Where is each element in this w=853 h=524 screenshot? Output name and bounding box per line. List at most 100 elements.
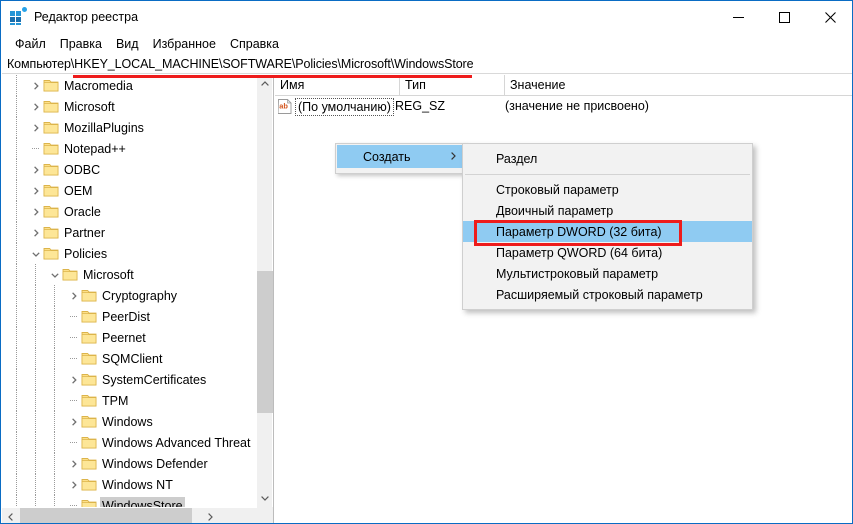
chevron-up-icon (261, 81, 269, 86)
maximize-icon (778, 11, 790, 23)
folder-icon (81, 414, 98, 428)
chevron-right-icon[interactable] (67, 474, 81, 495)
context-menu-new: Создать (335, 143, 466, 174)
folder-icon (81, 435, 98, 449)
tree-item-policies[interactable]: Policies (2, 243, 257, 264)
scroll-right-button[interactable] (202, 508, 219, 523)
column-header-name[interactable]: Имя (275, 75, 400, 95)
folder-icon (43, 120, 60, 134)
submenu-item-key[interactable]: Раздел (463, 148, 752, 170)
address-bar[interactable]: Компьютер\HKEY_LOCAL_MACHINE\SOFTWARE\Po… (2, 55, 852, 74)
tree-item-microsoft[interactable]: Microsoft (2, 96, 257, 117)
tree-horizontal-scrollbar[interactable] (2, 507, 273, 523)
tree-vertical-scrollbar[interactable] (256, 75, 273, 507)
tree-item-windowsstore[interactable]: WindowsStore (2, 495, 257, 507)
submenu-item-binary[interactable]: Двоичный параметр (463, 200, 752, 221)
menu-file[interactable]: Файл (8, 35, 53, 53)
tree-item-peerdist[interactable]: PeerDist (2, 306, 257, 327)
chevron-right-icon[interactable] (29, 117, 43, 138)
tree-item-partner[interactable]: Partner (2, 222, 257, 243)
menu-view[interactable]: Вид (109, 35, 146, 53)
chevron-down-icon[interactable] (48, 264, 62, 285)
tree-item-label: Cryptography (102, 289, 178, 303)
tree-item-label: Partner (64, 226, 105, 240)
registry-editor-window: Редактор реестра Файл Правка Вид Избранн… (0, 0, 853, 524)
chevron-right-icon[interactable] (29, 75, 43, 96)
tree-item-label: Policies (64, 247, 108, 261)
tree-item-label: Microsoft (64, 100, 115, 114)
chevron-right-icon[interactable] (67, 285, 81, 306)
tree-item-sqmclient[interactable]: SQMClient (2, 348, 257, 369)
table-row[interactable]: ab (По умолчанию) REG_SZ (значение не пр… (275, 96, 852, 117)
tree-leaf-connector (31, 138, 41, 159)
tree-item-windows-defender[interactable]: Windows Defender (2, 453, 257, 474)
tree-item-label: PeerDist (102, 310, 150, 324)
tree-item-microsoft[interactable]: Microsoft (2, 264, 257, 285)
red-underline-annotation (73, 75, 472, 78)
tree-item-oracle[interactable]: Oracle (2, 201, 257, 222)
tree-item-mozillaplugins[interactable]: MozillaPlugins (2, 117, 257, 138)
menu-edit[interactable]: Правка (53, 35, 109, 53)
tree-item-windows-nt[interactable]: Windows NT (2, 474, 257, 495)
tree-item-label: Windows (102, 415, 153, 429)
column-header-value[interactable]: Значение (505, 75, 852, 95)
tree-item-oem[interactable]: OEM (2, 180, 257, 201)
chevron-right-icon[interactable] (29, 159, 43, 180)
chevron-right-icon[interactable] (67, 453, 81, 474)
folder-icon (81, 309, 98, 323)
tree-item-tpm[interactable]: TPM (2, 390, 257, 411)
minimize-button[interactable] (715, 2, 761, 32)
menu-help[interactable]: Справка (223, 35, 286, 53)
tree-item-label: ODBC (64, 163, 101, 177)
column-header-type[interactable]: Тип (400, 75, 505, 95)
folder-icon (81, 288, 98, 302)
chevron-right-icon[interactable] (29, 222, 43, 243)
chevron-right-icon[interactable] (67, 369, 81, 390)
tree-item-label: Oracle (64, 205, 101, 219)
submenu-item-string[interactable]: Строковый параметр (463, 179, 752, 200)
tree-item-notepad[interactable]: Notepad++ (2, 138, 257, 159)
submenu-item-multi-string[interactable]: Мультистроковый параметр (463, 263, 752, 284)
tree-leaf-connector (69, 495, 79, 507)
folder-icon (62, 267, 79, 281)
folder-icon (81, 351, 98, 365)
scrollbar-corner (257, 507, 273, 523)
values-list[interactable]: ab (По умолчанию) REG_SZ (значение не пр… (275, 96, 852, 117)
scroll-left-button[interactable] (2, 508, 19, 523)
registry-tree[interactable]: Macromedia Microsoft MozillaPlugins Notepad… (2, 75, 257, 507)
tree-item-label: Windows Advanced Threat (102, 436, 251, 450)
tree-vertical-scroll-thumb[interactable] (257, 271, 273, 413)
tree-item-peernet[interactable]: Peernet (2, 327, 257, 348)
chevron-down-icon (261, 496, 269, 501)
chevron-right-icon[interactable] (67, 411, 81, 432)
tree-item-macromedia[interactable]: Macromedia (2, 75, 257, 96)
values-column-headers: Имя Тип Значение (275, 75, 852, 96)
chevron-right-icon (451, 151, 456, 163)
tree-item-label: Microsoft (83, 268, 134, 282)
scroll-down-button[interactable] (257, 490, 273, 507)
chevron-right-icon[interactable] (29, 180, 43, 201)
tree-horizontal-scroll-thumb[interactable] (20, 508, 192, 523)
menu-favorites[interactable]: Избранное (146, 35, 223, 53)
tree-item-windows-advanced-threat[interactable]: Windows Advanced Threat (2, 432, 257, 453)
context-menu-item-new[interactable]: Создать (337, 145, 466, 168)
folder-icon (43, 246, 60, 260)
close-button[interactable] (807, 2, 852, 32)
folder-icon (81, 498, 98, 507)
maximize-button[interactable] (761, 2, 807, 32)
chevron-right-icon[interactable] (29, 96, 43, 117)
submenu-item-expandable-string[interactable]: Расширяемый строковый параметр (463, 284, 752, 305)
chevron-right-icon (208, 512, 213, 521)
chevron-right-icon[interactable] (29, 201, 43, 222)
tree-item-odbc[interactable]: ODBC (2, 159, 257, 180)
tree-item-label: Peernet (102, 331, 146, 345)
chevron-down-icon[interactable] (29, 243, 43, 264)
tree-item-label: Windows NT (102, 478, 173, 492)
tree-item-systemcertificates[interactable]: SystemCertificates (2, 369, 257, 390)
registry-tree-pane: Macromedia Microsoft MozillaPlugins Notepad… (2, 75, 274, 523)
folder-icon (81, 456, 98, 470)
tree-item-cryptography[interactable]: Cryptography (2, 285, 257, 306)
tree-item-windows[interactable]: Windows (2, 411, 257, 432)
registry-editor-icon (10, 7, 27, 25)
folder-icon (43, 99, 60, 113)
